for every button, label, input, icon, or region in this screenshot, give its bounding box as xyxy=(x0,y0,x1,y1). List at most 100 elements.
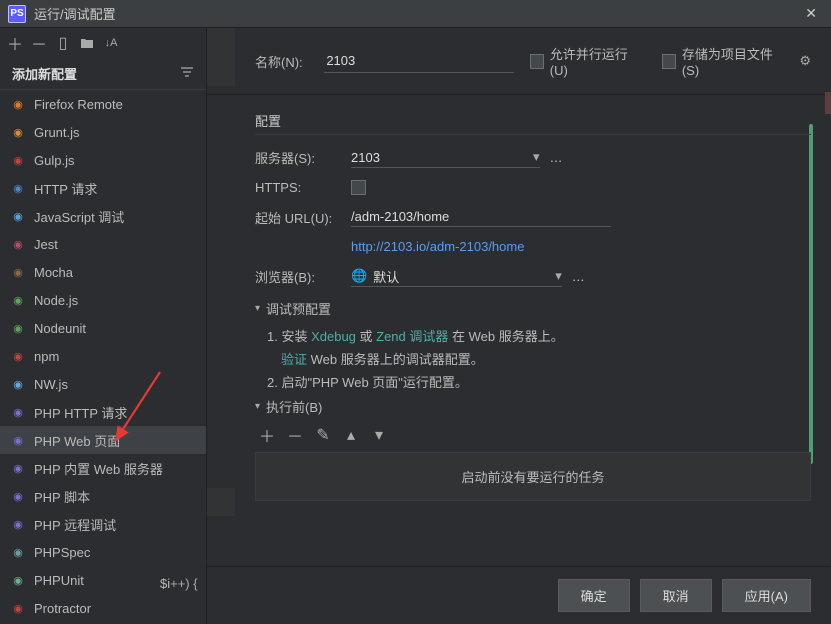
config-section-title: 配置 xyxy=(255,111,811,135)
sidebar-item-label: PHP 内置 Web 服务器 xyxy=(34,459,163,478)
server-label: 服务器(S): xyxy=(255,148,351,167)
sidebar-item-label: JavaScript 调试 xyxy=(34,207,124,226)
config-type-icon: ◉ xyxy=(10,516,26,532)
config-type-icon: ◉ xyxy=(10,236,26,252)
sidebar-item[interactable]: ◉ Nodeunit xyxy=(0,314,206,342)
sidebar-item[interactable]: ◉ PHP 脚本 xyxy=(0,482,206,510)
sidebar-item[interactable]: ◉ PHPSpec xyxy=(0,538,206,566)
debug-step-1b: 验证 Web 服务器上的调试器配置。 xyxy=(281,349,811,368)
config-list: ◉Firefox Remote◉Grunt.js◉Gulp.js◉HTTP 请求… xyxy=(0,90,206,624)
sidebar-item-label: Protractor xyxy=(34,601,91,616)
https-label: HTTPS: xyxy=(255,180,351,195)
sidebar-item[interactable]: ◉ Protractor xyxy=(0,594,206,622)
start-url-label: 起始 URL(U): xyxy=(255,208,351,227)
sidebar-item[interactable]: ◉ Mocha xyxy=(0,258,206,286)
chevron-down-icon: ▾ xyxy=(533,149,540,165)
config-type-icon: ◉ xyxy=(10,460,26,476)
copy-icon[interactable]: ▯ xyxy=(52,32,74,54)
sidebar-item[interactable]: ◉ HTTP 请求 xyxy=(0,174,206,202)
sidebar-item-label: PHPSpec xyxy=(34,545,90,560)
config-type-icon: ◉ xyxy=(10,180,26,196)
config-type-icon: ◉ xyxy=(10,600,26,616)
sidebar-toolbar: ＋ － ▯ ↓A xyxy=(0,28,206,58)
config-type-icon: ◉ xyxy=(10,264,26,280)
config-type-icon: ◉ xyxy=(10,292,26,308)
validate-link[interactable]: 验证 xyxy=(281,352,307,367)
folder-icon[interactable] xyxy=(76,32,98,54)
debug-step-1: 1. 安装 Xdebug 或 Zend 调试器 在 Web 服务器上。 xyxy=(267,326,811,345)
sidebar-item[interactable]: ◉ Firefox Remote xyxy=(0,90,206,118)
sort-icon[interactable]: ↓A xyxy=(100,32,122,54)
editor-code-fragment: $i++) { xyxy=(160,576,198,592)
sidebar-item-label: PHP 远程调试 xyxy=(34,515,116,534)
sidebar-item-label: NW.js xyxy=(34,377,68,392)
task-remove-icon[interactable]: － xyxy=(283,424,307,446)
config-type-icon: ◉ xyxy=(10,348,26,364)
sidebar-item-label: Gulp.js xyxy=(34,153,74,168)
side-accent xyxy=(825,92,831,114)
sidebar-item-label: PHP Web 页面 xyxy=(34,431,120,450)
store-as-project-checkbox[interactable]: 存储为项目文件(S) xyxy=(662,44,777,78)
config-type-icon: ◉ xyxy=(10,124,26,140)
server-select[interactable]: ▾ xyxy=(351,147,540,168)
server-more-button[interactable]: … xyxy=(550,150,564,165)
task-down-icon[interactable]: ▾ xyxy=(367,424,391,446)
sidebar-item[interactable]: ◉PHP HTTP 请求 xyxy=(0,398,206,426)
remove-icon[interactable]: － xyxy=(28,32,50,54)
apply-button[interactable]: 应用(A) xyxy=(722,579,811,612)
zend-link[interactable]: Zend 调试器 xyxy=(376,329,448,344)
debug-pre-config-title[interactable]: ▾调试预配置 xyxy=(255,299,811,318)
sidebar-item[interactable]: ◉Grunt.js xyxy=(0,118,206,146)
sidebar-item[interactable]: ◉Jest xyxy=(0,230,206,258)
sidebar-item[interactable]: ◉ PHP Web 页面 xyxy=(0,426,206,454)
chevron-down-icon: ▾ xyxy=(555,268,562,284)
chevron-down-icon: ▾ xyxy=(255,401,260,412)
task-edit-icon[interactable]: ✎ xyxy=(311,424,335,446)
https-checkbox[interactable] xyxy=(351,180,366,195)
gear-icon[interactable]: ⚙ xyxy=(799,53,811,69)
cancel-button[interactable]: 取消 xyxy=(640,579,712,612)
sidebar-header: 添加新配置 xyxy=(12,64,180,83)
resolved-url-link[interactable]: http://2103.io/adm-2103/home xyxy=(351,239,811,254)
sidebar-item-label: PHP 脚本 xyxy=(34,487,90,506)
sidebar-item-label: HTTP 请求 xyxy=(34,179,97,198)
sidebar-item-label: npm xyxy=(34,349,59,364)
sidebar-item[interactable]: ◉ PHP 远程调试 xyxy=(0,510,206,538)
config-type-icon: ◉ xyxy=(10,208,26,224)
filter-icon[interactable] xyxy=(180,65,194,82)
name-input[interactable] xyxy=(324,49,514,73)
add-icon[interactable]: ＋ xyxy=(4,32,26,54)
sidebar-item[interactable]: ◉ JavaScript 调试 xyxy=(0,202,206,230)
config-type-icon: ◉ xyxy=(10,544,26,560)
sidebar-item[interactable]: ◉ npm xyxy=(0,342,206,370)
before-launch-empty: 启动前没有要运行的任务 xyxy=(255,452,811,501)
app-icon: PS xyxy=(8,5,26,23)
config-type-icon: ◉ xyxy=(10,376,26,392)
before-launch-title[interactable]: ▾执行前(B) xyxy=(255,397,811,416)
sidebar-item-label: Mocha xyxy=(34,265,73,280)
sidebar-item-label: Nodeunit xyxy=(34,321,86,336)
allow-parallel-checkbox[interactable]: 允许并行运行(U) xyxy=(530,44,634,78)
task-up-icon[interactable]: ▴ xyxy=(339,424,363,446)
sidebar-item[interactable]: ◉ NW.js xyxy=(0,370,206,398)
task-add-icon[interactable]: ＋ xyxy=(255,424,279,446)
sidebar-item-label: PHPUnit xyxy=(34,573,84,588)
config-type-icon: ◉ xyxy=(10,96,26,112)
config-type-icon: ◉ xyxy=(10,488,26,504)
sidebar-item-label: Node.js xyxy=(34,293,78,308)
name-label: 名称(N): xyxy=(255,52,308,71)
xdebug-link[interactable]: Xdebug xyxy=(311,329,356,344)
close-icon[interactable]: ✕ xyxy=(799,5,823,22)
browser-select[interactable]: 🌐 ▾ xyxy=(351,266,562,287)
sidebar-item[interactable]: ◉Gulp.js xyxy=(0,146,206,174)
window-title: 运行/调试配置 xyxy=(34,4,799,23)
sidebar-item-label: PHP HTTP 请求 xyxy=(34,403,127,422)
browser-more-button[interactable]: … xyxy=(572,269,586,284)
ok-button[interactable]: 确定 xyxy=(558,579,630,612)
config-type-icon: ◉ xyxy=(10,432,26,448)
sidebar-item[interactable]: ◉ Node.js xyxy=(0,286,206,314)
sidebar-item-label: Firefox Remote xyxy=(34,97,123,112)
sidebar-item[interactable]: ◉ PHP 内置 Web 服务器 xyxy=(0,454,206,482)
config-type-icon: ◉ xyxy=(10,320,26,336)
start-url-input[interactable] xyxy=(351,207,611,226)
